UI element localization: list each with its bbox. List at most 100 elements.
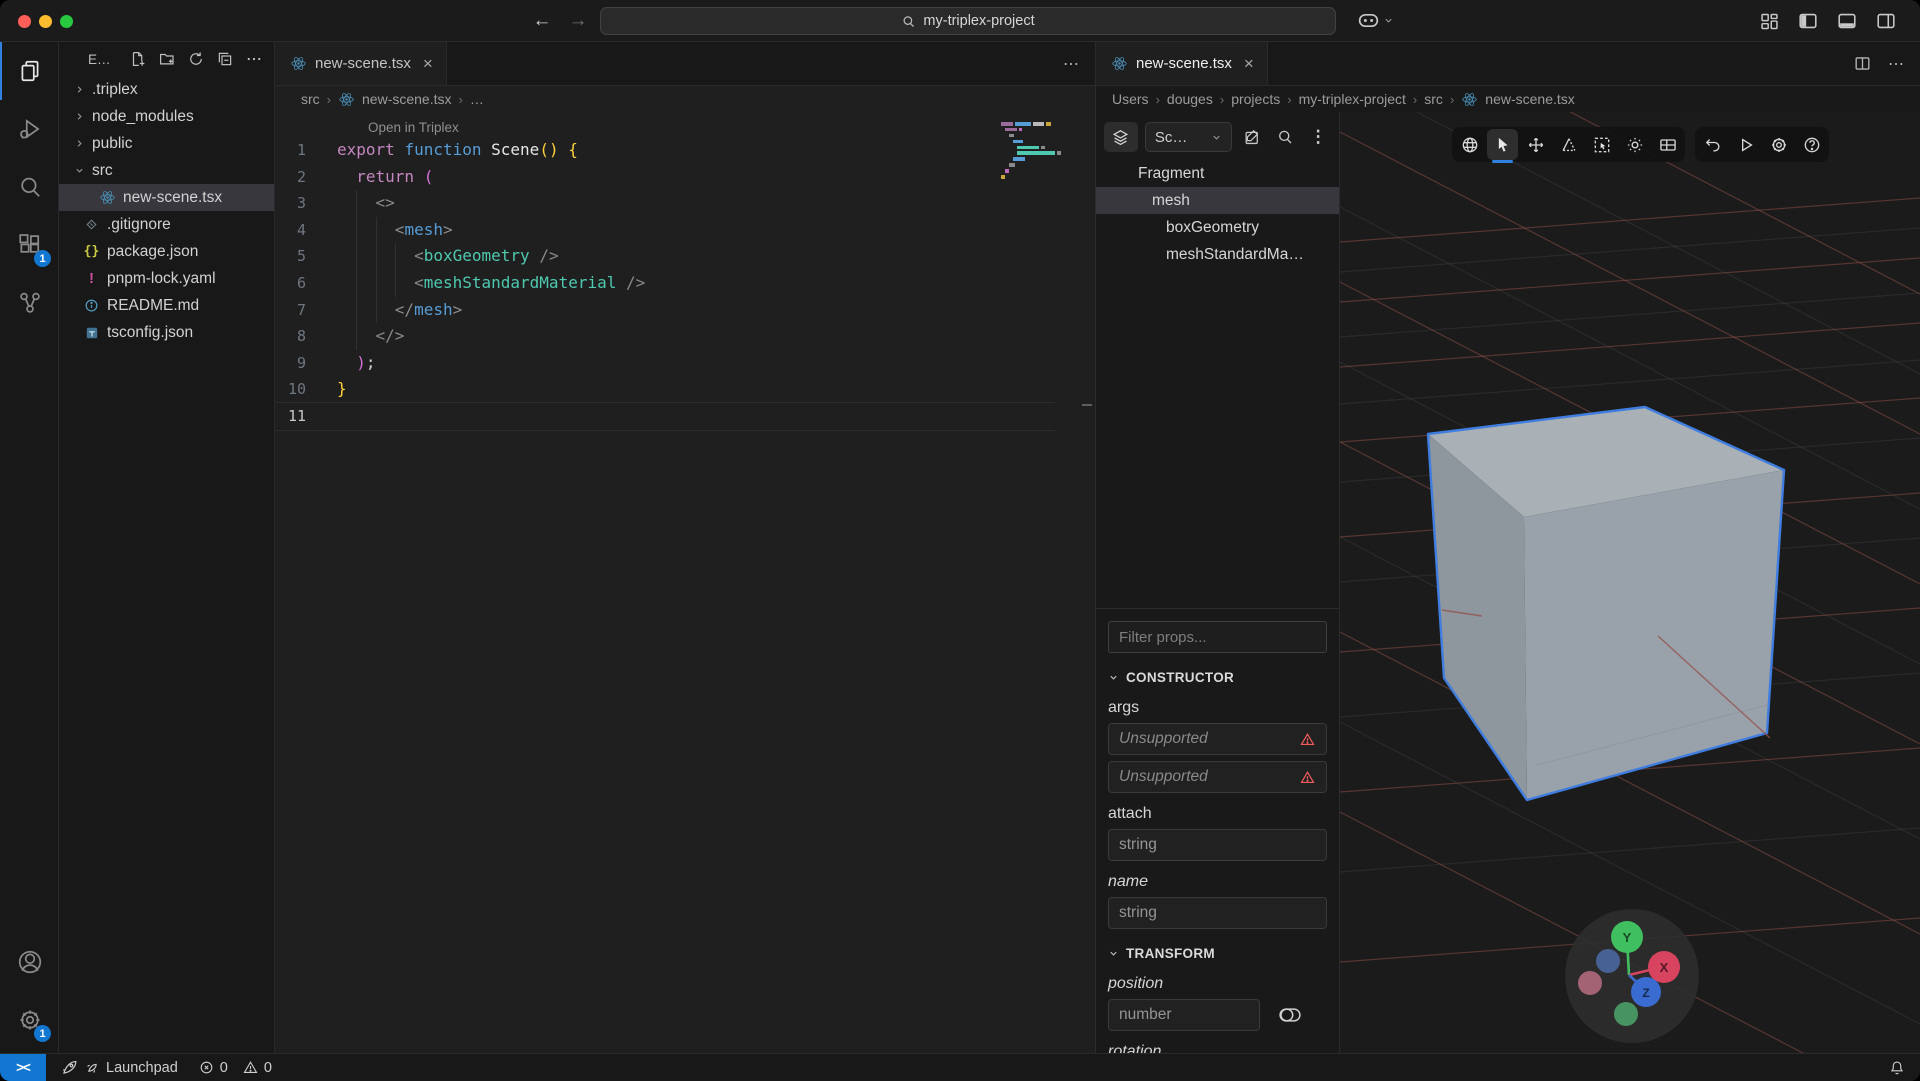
activity-item-extensions[interactable]: 1 <box>0 216 59 274</box>
orientation-gizmo[interactable]: Y X Z <box>1565 909 1699 1043</box>
breadcrumb-item[interactable]: my-triplex-project <box>1299 91 1406 107</box>
section-header-constructor[interactable]: CONSTRUCTOR <box>1108 667 1327 687</box>
camera-grid-button[interactable] <box>1652 129 1683 160</box>
axis-neg-z-ball[interactable] <box>1596 949 1620 973</box>
select-cursor-button[interactable] <box>1487 129 1518 163</box>
axis-neg-x-ball[interactable] <box>1578 971 1602 995</box>
layers-icon[interactable] <box>1104 122 1138 152</box>
breadcrumb-item[interactable]: new-scene.tsx <box>362 91 451 107</box>
breadcrumb-item[interactable]: new-scene.tsx <box>1485 91 1574 107</box>
scene-viewport[interactable]: Y X Z <box>1340 112 1920 1053</box>
section-header-transform[interactable]: TRANSFORM <box>1108 943 1327 963</box>
scene-tree-item-boxgeometry[interactable]: boxGeometry <box>1096 214 1339 241</box>
globe-button[interactable] <box>1454 129 1485 160</box>
code-line-6[interactable]: 6 <meshStandardMaterial /> <box>275 270 1095 297</box>
back-arrow-icon[interactable]: ← <box>528 7 556 35</box>
marquee-select-button[interactable] <box>1586 129 1617 160</box>
breadcrumb-item[interactable]: projects <box>1231 91 1280 107</box>
scene-tree-item-meshstandardma-[interactable]: meshStandardMa… <box>1096 241 1339 268</box>
scene-select-dropdown[interactable]: Sc… <box>1144 122 1233 152</box>
tree-item-new-scene-tsx[interactable]: new-scene.tsx <box>59 184 274 211</box>
breadcrumb-item[interactable]: douges <box>1167 91 1213 107</box>
axis-neg-y-ball[interactable] <box>1614 1002 1638 1026</box>
search-scene-icon[interactable] <box>1272 124 1298 150</box>
code-line-1[interactable]: 1 export function Scene() { <box>275 137 1095 164</box>
forward-arrow-icon[interactable]: → <box>564 7 592 35</box>
problems-status-item[interactable]: 0 0 <box>198 1059 272 1076</box>
tree-item-public[interactable]: public <box>59 130 274 157</box>
toggle-panel-icon[interactable] <box>1835 9 1859 33</box>
tab-triplex-new-scene-tsx[interactable]: new-scene.tsx × <box>1096 42 1268 85</box>
more-actions-icon[interactable]: ⋯ <box>1888 54 1904 74</box>
settings-button[interactable] <box>1763 129 1794 160</box>
code-line-7[interactable]: 7 </mesh> <box>275 297 1095 324</box>
code-line-3[interactable]: 3 <> <box>275 190 1095 217</box>
split-editor-icon[interactable] <box>1853 54 1872 73</box>
activity-item-triplex[interactable] <box>0 274 59 332</box>
copilot-menu[interactable] <box>1356 8 1394 33</box>
zoom-traffic-light[interactable] <box>60 15 73 28</box>
refresh-icon[interactable] <box>186 49 206 69</box>
activity-item-run-debug[interactable] <box>0 100 59 158</box>
prop-input-name[interactable]: string <box>1108 897 1327 929</box>
filter-props-input[interactable]: Filter props... <box>1108 621 1327 653</box>
tree-item-node-modules[interactable]: node_modules <box>59 103 274 130</box>
cone-button[interactable] <box>1553 129 1584 160</box>
toggle-icon[interactable] <box>1278 1006 1302 1024</box>
help-button[interactable] <box>1796 129 1827 160</box>
undo-button[interactable] <box>1697 129 1728 160</box>
close-traffic-light[interactable] <box>18 15 31 28</box>
tree-item-pnpm-lock-yaml[interactable]: ! pnpm-lock.yaml <box>59 265 274 292</box>
activity-item-explorer[interactable] <box>0 42 59 100</box>
close-tab-icon[interactable]: × <box>423 54 433 74</box>
tree-item-tsconfig-json[interactable]: tsconfig.json <box>59 319 274 346</box>
tab-new-scene-tsx[interactable]: new-scene.tsx × <box>275 42 447 85</box>
tree-item-readme-md[interactable]: README.md <box>59 292 274 319</box>
edit-scene-icon[interactable] <box>1239 124 1265 150</box>
breadcrumb-item[interactable]: Users <box>1112 91 1149 107</box>
activity-item-accounts[interactable] <box>0 933 59 991</box>
breadcrumb[interactable]: Users › douges › projects › my-triplex-project… <box>1096 86 1920 112</box>
collapse-all-icon[interactable] <box>215 49 235 69</box>
code-line-5[interactable]: 5 <boxGeometry /> <box>275 243 1095 270</box>
new-file-icon[interactable] <box>128 49 148 69</box>
code-line-9[interactable]: 9 ); <box>275 350 1095 377</box>
more-actions-icon[interactable]: ⋯ <box>1063 54 1079 74</box>
light-button[interactable] <box>1619 129 1650 160</box>
move-button[interactable] <box>1520 129 1551 160</box>
minimap[interactable] <box>1001 122 1073 181</box>
notifications-bell-icon[interactable] <box>1888 1059 1906 1077</box>
activity-item-search[interactable] <box>0 158 59 216</box>
breadcrumb-item[interactable]: src <box>1424 91 1443 107</box>
scene-tree-item-mesh[interactable]: mesh <box>1096 187 1339 214</box>
tree-item--triplex[interactable]: .triplex <box>59 76 274 103</box>
new-folder-icon[interactable] <box>157 49 177 69</box>
code-lens-open-in-triplex[interactable]: Open in Triplex <box>368 120 1095 135</box>
code-line-10[interactable]: 10} <box>275 376 1095 403</box>
command-center-search[interactable]: my-triplex-project <box>600 7 1336 35</box>
prop-input-args[interactable]: Unsupported <box>1108 761 1327 793</box>
remote-indicator[interactable]: >< <box>0 1054 46 1081</box>
toggle-secondary-sidebar-icon[interactable] <box>1874 9 1898 33</box>
kebab-menu-icon[interactable]: ⋮ <box>1305 124 1331 150</box>
launchpad-status-item[interactable]: Launchpad <box>60 1058 178 1077</box>
code-line-8[interactable]: 8 </> <box>275 323 1095 350</box>
code-line-2[interactable]: 2 return ( <box>275 164 1095 191</box>
code-line-11[interactable]: 11 <box>275 403 1055 430</box>
prop-input-args[interactable]: Unsupported <box>1108 723 1327 755</box>
more-icon[interactable] <box>244 49 264 69</box>
minimize-traffic-light[interactable] <box>39 15 52 28</box>
breadcrumb-item[interactable]: … <box>470 91 484 107</box>
customize-layout-icon[interactable] <box>1757 9 1781 33</box>
code-line-4[interactable]: 4 <mesh> <box>275 217 1095 244</box>
close-tab-icon[interactable]: × <box>1244 54 1254 74</box>
tree-item-src[interactable]: src <box>59 157 274 184</box>
tree-item--gitignore[interactable]: .gitignore <box>59 211 274 238</box>
prop-input-attach[interactable]: string <box>1108 829 1327 861</box>
code-editor[interactable]: Open in Triplex 1 export function Scene()… <box>275 112 1095 1053</box>
toggle-primary-sidebar-icon[interactable] <box>1796 9 1820 33</box>
breadcrumb[interactable]: src › new-scene.tsx ›… <box>275 86 1095 112</box>
play-button[interactable] <box>1730 129 1761 160</box>
tree-item-package-json[interactable]: {} package.json <box>59 238 274 265</box>
activity-item-settings[interactable]: 1 <box>0 991 59 1049</box>
